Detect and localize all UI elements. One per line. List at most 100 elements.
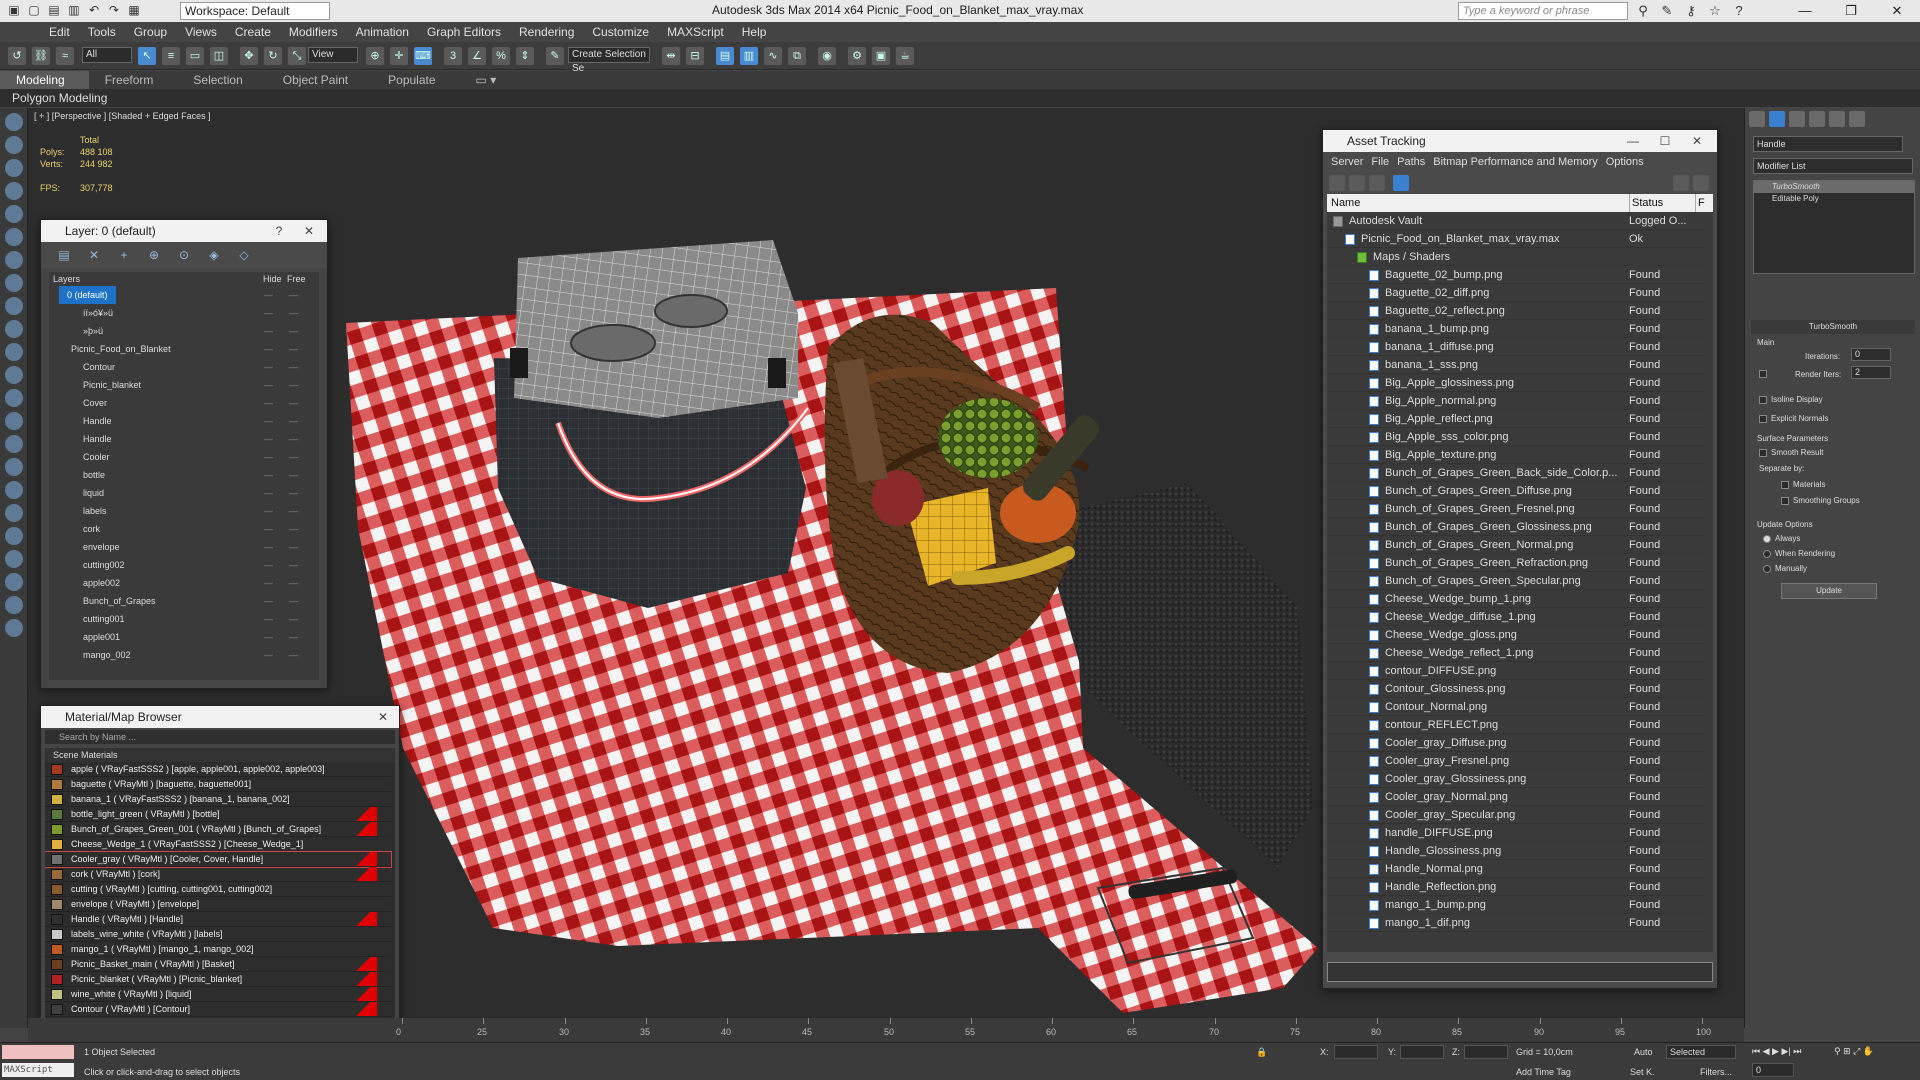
plane-icon[interactable]	[5, 435, 23, 453]
curve-editor-icon[interactable]: ∿	[764, 47, 782, 65]
redo-icon[interactable]: ↷	[106, 2, 122, 18]
tab-object-paint[interactable]: Object Paint	[267, 71, 372, 89]
window-crossing-icon[interactable]: ◫	[210, 47, 228, 65]
star-icon[interactable]: ☆	[1706, 2, 1724, 20]
create-shape-icon[interactable]	[5, 136, 23, 154]
create-camera-icon[interactable]	[5, 182, 23, 200]
layer-row[interactable]: Cover — —	[49, 394, 309, 412]
ribbon-options-icon[interactable]: ▭ ▾	[460, 71, 521, 89]
layer-row[interactable]: apple001 — —	[49, 628, 309, 646]
render-iters-spinner[interactable]: 2	[1851, 366, 1891, 379]
col-name[interactable]: Name	[1331, 194, 1360, 212]
menu-edit[interactable]: Edit	[40, 22, 79, 42]
col-status[interactable]: Status	[1629, 194, 1663, 212]
asset-row[interactable]: banana_1_diffuse.png Found	[1327, 338, 1705, 356]
named-selection-dropdown[interactable]: Create Selection Se	[568, 47, 650, 74]
asset-row[interactable]: Bunch_of_Grapes_Green_Refraction.png Foun…	[1327, 554, 1705, 572]
layer-row[interactable]: labels — —	[49, 502, 309, 520]
layer-row[interactable]: Bunch_of_Grapes — —	[49, 592, 309, 610]
freeze-toggle[interactable]: —	[289, 592, 298, 610]
layer-row[interactable]: Picnic_blanket — —	[49, 376, 309, 394]
motion-tab-icon[interactable]	[1809, 111, 1825, 127]
tab-selection[interactable]: Selection	[177, 71, 266, 89]
add-time-tag[interactable]: Add Time Tag	[1516, 1067, 1571, 1077]
layer-manager-icon[interactable]: ▤	[55, 246, 73, 264]
select-by-name-icon[interactable]: ≡	[162, 47, 180, 65]
filters-button[interactable]: Filters...	[1700, 1067, 1732, 1077]
asset-row[interactable]: Bunch_of_Grapes_Green_Specular.png Found	[1327, 572, 1705, 590]
asset-row[interactable]: contour_REFLECT.png Found	[1327, 716, 1705, 734]
move-icon[interactable]: ✥	[240, 47, 258, 65]
undo-icon[interactable]: ↶	[86, 2, 102, 18]
asset-row[interactable]: contour_DIFFUSE.png Found	[1327, 662, 1705, 680]
asset-row[interactable]: Cooler_gray_Specular.png Found	[1327, 806, 1705, 824]
material-row[interactable]: Handle ( VRayMtl ) [Handle]	[45, 912, 391, 927]
settings-icon[interactable]	[1693, 175, 1709, 191]
col-freeze[interactable]: Free	[287, 272, 306, 286]
layer-row[interactable]: cork — —	[49, 520, 309, 538]
hide-toggle[interactable]: —	[264, 574, 273, 592]
asset-row[interactable]: Cheese_Wedge_bump_1.png Found	[1327, 590, 1705, 608]
hide-toggle[interactable]: —	[264, 412, 273, 430]
open-file-icon[interactable]: ▤	[46, 2, 62, 18]
close-icon[interactable]: ✕	[371, 706, 395, 728]
layer-row[interactable]: liquid — —	[49, 484, 309, 502]
when-rendering-radio[interactable]	[1763, 550, 1771, 558]
freeze-toggle[interactable]: —	[289, 610, 298, 628]
help-icon[interactable]: ?	[1730, 2, 1748, 20]
asset-row[interactable]: Autodesk Vault Logged O...	[1327, 212, 1705, 230]
set-key-button[interactable]: Set K.	[1630, 1067, 1655, 1077]
asset-row[interactable]: Cooler_gray_Fresnel.png Found	[1327, 752, 1705, 770]
spinner-snap-icon[interactable]: ⇕	[516, 47, 534, 65]
asset-row[interactable]: mango_1_bump.png Found	[1327, 896, 1705, 914]
asset-row[interactable]: Baguette_02_diff.png Found	[1327, 284, 1705, 302]
layer-panel-title[interactable]: Layer: 0 (default) ? ✕	[41, 220, 327, 242]
tab-populate[interactable]: Populate	[372, 71, 459, 89]
modifier-list-dropdown[interactable]: Modifier List	[1753, 158, 1913, 174]
asset-row[interactable]: Contour_Normal.png Found	[1327, 698, 1705, 716]
asset-row[interactable]: Big_Apple_normal.png Found	[1327, 392, 1705, 410]
close-icon[interactable]: ✕	[1874, 0, 1920, 22]
asset-row[interactable]: banana_1_sss.png Found	[1327, 356, 1705, 374]
hide-toggle[interactable]: —	[264, 304, 273, 322]
freeze-toggle[interactable]: —	[289, 304, 298, 322]
create-light-icon[interactable]	[5, 159, 23, 177]
current-frame-field[interactable]: 0	[1752, 1063, 1794, 1077]
asset-row[interactable]: Cheese_Wedge_diffuse_1.png Found	[1327, 608, 1705, 626]
asset-row[interactable]: Bunch_of_Grapes_Green_Normal.png Found	[1327, 536, 1705, 554]
material-row[interactable]: Contour ( VRayMtl ) [Contour]	[45, 1002, 391, 1017]
asset-row[interactable]: Baguette_02_bump.png Found	[1327, 266, 1705, 284]
rect-selection-icon[interactable]: ▭	[186, 47, 204, 65]
asset-row[interactable]: Big_Apple_texture.png Found	[1327, 446, 1705, 464]
asset-menu-paths[interactable]: Paths	[1393, 152, 1429, 172]
create-geometry-icon[interactable]	[5, 113, 23, 131]
layer-manager-icon[interactable]: ▤	[716, 47, 734, 65]
freeze-toggle[interactable]: —	[289, 574, 298, 592]
teapot-icon[interactable]	[5, 412, 23, 430]
select-link-icon[interactable]: ⛓	[32, 47, 50, 65]
menu-tools[interactable]: Tools	[79, 22, 125, 42]
scene-materials-group[interactable]: Scene Materials	[45, 748, 395, 762]
minimize-icon[interactable]: —	[1621, 130, 1645, 152]
freeze-toggle[interactable]: —	[289, 394, 298, 412]
asset-row[interactable]: Big_Apple_reflect.png Found	[1327, 410, 1705, 428]
utilities-tab-icon[interactable]	[1849, 111, 1865, 127]
minimize-icon[interactable]: —	[1782, 0, 1828, 22]
layer-row[interactable]: bottle — —	[49, 466, 309, 484]
help-left-icon[interactable]	[5, 619, 23, 637]
material-row[interactable]: wine_white ( VRayMtl ) [liquid]	[45, 987, 391, 1002]
freeze-toggle[interactable]: —	[289, 556, 298, 574]
asset-row[interactable]: mango_1_dif.png Found	[1327, 914, 1705, 932]
col-hide[interactable]: Hide	[263, 272, 282, 286]
snaps-toggle-icon[interactable]: 3	[444, 47, 462, 65]
asset-row[interactable]: Contour_Glossiness.png Found	[1327, 680, 1705, 698]
layer-row[interactable]: íí»ó¥»ü — —	[49, 304, 309, 322]
col-layers[interactable]: Layers	[53, 272, 80, 286]
turbosmooth-rollout-title[interactable]: TurboSmooth	[1751, 320, 1915, 334]
hide-toggle[interactable]: —	[264, 430, 273, 448]
material-row[interactable]: cutting ( VRayMtl ) [cutting, cutting001…	[45, 882, 391, 897]
tree-view-icon[interactable]	[1369, 175, 1385, 191]
freeze-toggle[interactable]: —	[289, 520, 298, 538]
freeze-toggle[interactable]: —	[289, 376, 298, 394]
material-row[interactable]: Cheese_Wedge_1 ( VRayFastSSS2 ) [Cheese_…	[45, 837, 391, 852]
